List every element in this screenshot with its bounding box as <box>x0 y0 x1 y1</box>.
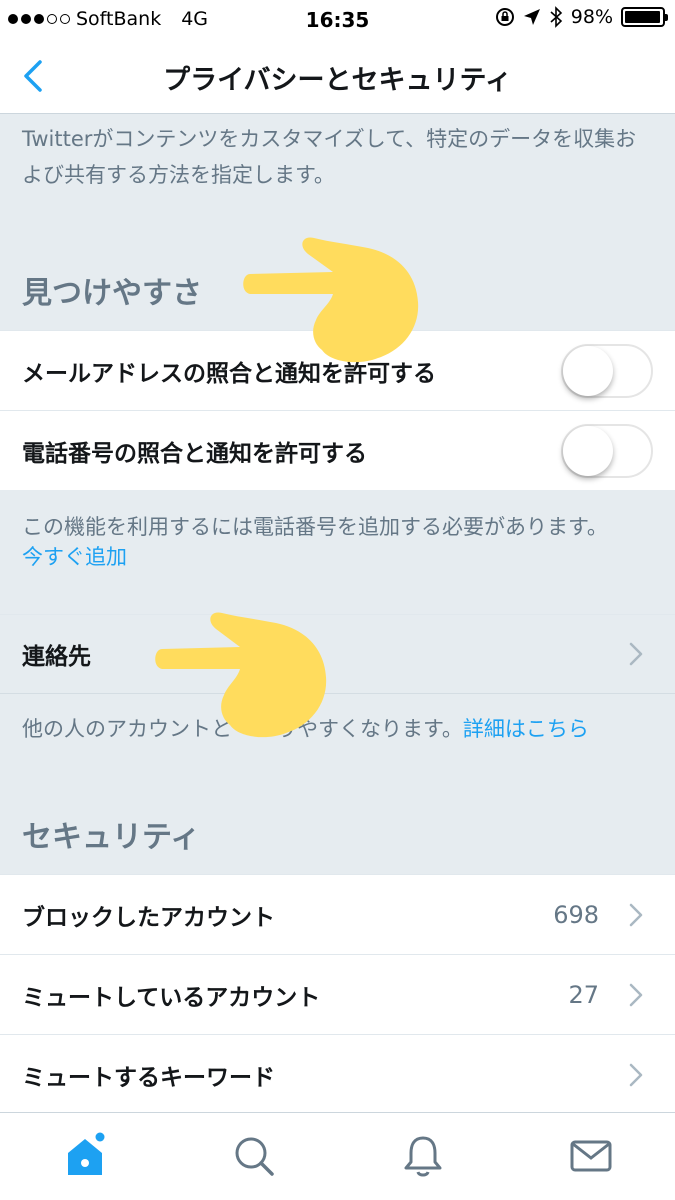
chevron-right-icon <box>629 642 643 666</box>
bluetooth-icon <box>550 6 562 28</box>
battery-icon <box>621 7 668 27</box>
phone-matching-row: 電話番号の照合と通知を許可する <box>0 410 675 490</box>
phone-matching-label: 電話番号の照合と通知を許可する <box>22 440 367 467</box>
status-icons: 98% <box>495 6 668 28</box>
blocked-accounts-row[interactable]: ブロックしたアカウント 698 <box>0 874 675 954</box>
muted-keywords-label: ミュートするキーワード <box>22 1064 275 1091</box>
rotation-lock-icon <box>495 8 514 26</box>
blocked-accounts-count: 698 <box>553 900 599 929</box>
mail-icon <box>570 1140 612 1172</box>
search-icon <box>235 1137 274 1176</box>
home-icon <box>68 1132 105 1175</box>
tab-search[interactable] <box>229 1131 279 1181</box>
tab-messages[interactable] <box>566 1131 616 1181</box>
tab-home[interactable] <box>60 1131 110 1181</box>
location-icon <box>523 9 540 25</box>
toggle-knob <box>563 425 613 476</box>
muted-accounts-count: 27 <box>568 980 599 1009</box>
add-phone-link[interactable]: 今すぐ追加 <box>22 545 127 569</box>
learn-more-link[interactable]: 詳細はこちら <box>463 717 589 741</box>
phone-note: この機能を利用するには電話番号を追加する必要があります。 今すぐ追加 <box>22 512 662 572</box>
security-header: セキュリティ <box>22 820 201 855</box>
settings-content: Twitterがコンテンツをカスタマイズして、特定のデータを収集および共有する方… <box>0 115 675 193</box>
navigation-bar: プライバシーとセキュリティ <box>0 40 675 114</box>
muted-accounts-row[interactable]: ミュートしているアカウント 27 <box>0 954 675 1034</box>
bell-icon <box>404 1136 442 1177</box>
blocked-accounts-label: ブロックしたアカウント <box>22 904 275 931</box>
pointing-finger-icon <box>243 237 419 363</box>
intro-description: Twitterがコンテンツをカスタマイズして、特定のデータを収集および共有する方… <box>22 127 637 187</box>
toggle-knob <box>563 345 613 396</box>
email-matching-toggle[interactable] <box>561 343 653 398</box>
phone-note-text: この機能を利用するには電話番号を追加する必要があります。 <box>22 515 608 539</box>
tab-bar <box>0 1112 675 1200</box>
chevron-right-icon <box>629 903 643 926</box>
page-title: プライバシーとセキュリティ <box>163 65 512 96</box>
pointing-finger-icon <box>155 612 327 738</box>
muted-accounts-label: ミュートしているアカウント <box>22 984 321 1011</box>
status-bar: SoftBank 4G 16:35 98% <box>0 0 675 40</box>
muted-keywords-row[interactable]: ミュートするキーワード <box>0 1034 675 1114</box>
contacts-row[interactable]: 連絡先 <box>0 614 675 694</box>
discoverability-header: 見つけやすさ <box>22 276 202 311</box>
chevron-right-icon <box>629 983 643 1006</box>
battery-fill <box>625 11 661 23</box>
battery-percent: 98% <box>570 6 613 28</box>
tab-notifications[interactable] <box>398 1131 448 1181</box>
phone-matching-toggle[interactable] <box>561 423 653 478</box>
chevron-right-icon <box>629 1063 643 1086</box>
